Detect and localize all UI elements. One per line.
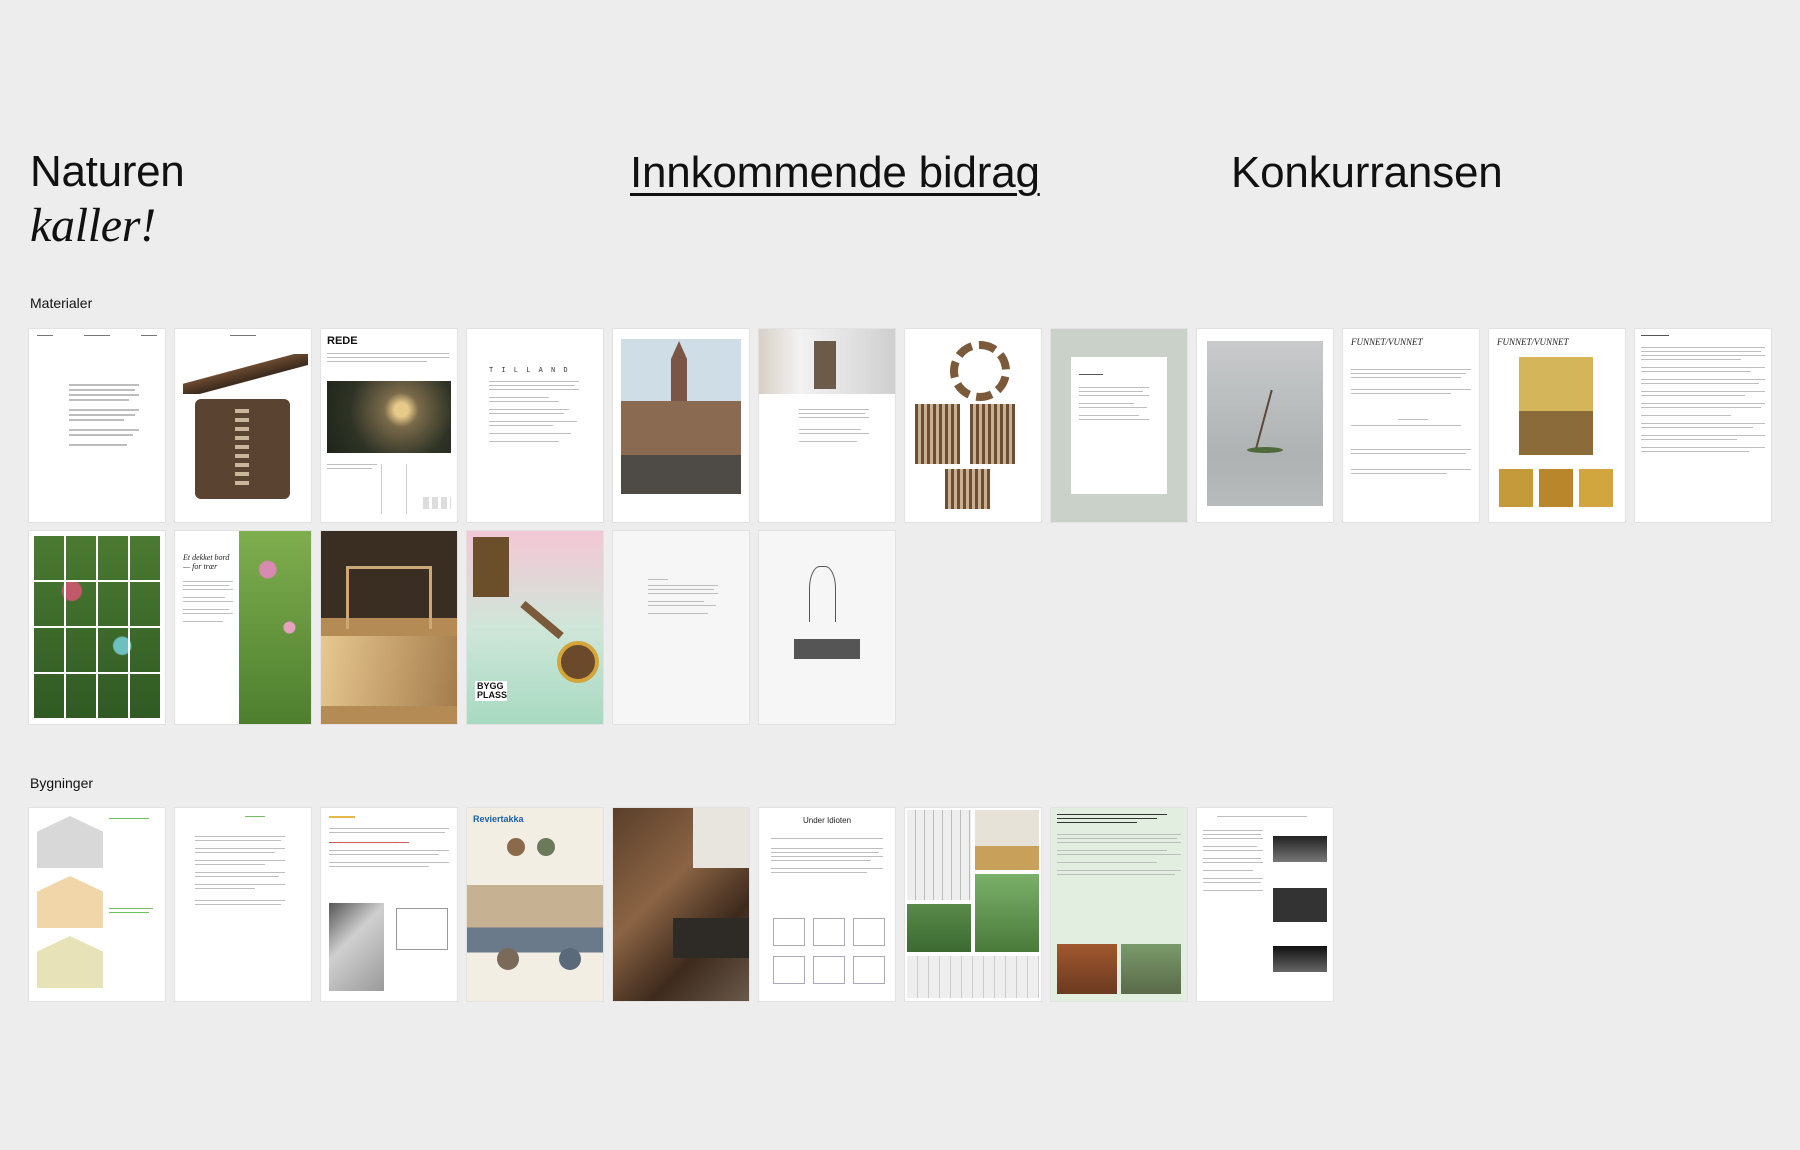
submission-thumbnail[interactable]	[1635, 329, 1771, 522]
submission-thumbnail[interactable]	[613, 808, 749, 1001]
submission-thumbnail[interactable]: FUNNET/VUNNET	[1489, 329, 1625, 522]
submission-thumbnail[interactable]	[321, 808, 457, 1001]
submission-thumbnail[interactable]	[29, 808, 165, 1001]
submission-thumbnail[interactable]	[1051, 808, 1187, 1001]
submission-thumbnail[interactable]	[905, 808, 1041, 1001]
buildings-grid: Reviertakka Under Idioten	[29, 808, 1774, 1003]
submission-thumbnail[interactable]: T I L L A N D	[467, 329, 603, 522]
materials-grid: REDE T I L L A N D FUNNET/VUNNET FUNNET/…	[29, 329, 1774, 724]
submission-thumbnail[interactable]	[29, 531, 165, 724]
submission-thumbnail[interactable]: BYGG PLASS	[467, 531, 603, 724]
nav-competition-link[interactable]: Konkurransen	[1231, 146, 1503, 200]
submission-thumbnail[interactable]: REDE	[321, 329, 457, 522]
submission-thumbnail[interactable]	[1051, 329, 1187, 522]
section-title-materials: Materialer	[30, 295, 93, 311]
submission-thumbnail[interactable]: Reviertakka	[467, 808, 603, 1001]
site-logo[interactable]: Naturen kaller!	[30, 145, 185, 253]
site-header: Naturen kaller! Innkommende bidrag Konku…	[0, 0, 1800, 260]
submission-thumbnail[interactable]	[613, 329, 749, 522]
submission-thumbnail[interactable]	[175, 808, 311, 1001]
nav-incoming-link[interactable]: Innkommende bidrag	[630, 146, 1040, 200]
submission-thumbnail[interactable]	[1197, 329, 1333, 522]
submission-thumbnail[interactable]	[759, 329, 895, 522]
submission-thumbnail[interactable]: FUNNET/VUNNET	[1343, 329, 1479, 522]
submission-thumbnail[interactable]	[29, 329, 165, 522]
submission-thumbnail[interactable]	[905, 329, 1041, 522]
submission-thumbnail[interactable]: Under Idioten	[759, 808, 895, 1001]
submission-thumbnail[interactable]: Et dekket bord — for trær	[175, 531, 311, 724]
submission-thumbnail[interactable]	[175, 329, 311, 522]
submission-thumbnail[interactable]	[321, 531, 457, 724]
submission-thumbnail[interactable]	[613, 531, 749, 724]
submission-thumbnail[interactable]	[1197, 808, 1333, 1001]
submission-thumbnail[interactable]	[759, 531, 895, 724]
section-title-buildings: Bygninger	[30, 775, 94, 791]
